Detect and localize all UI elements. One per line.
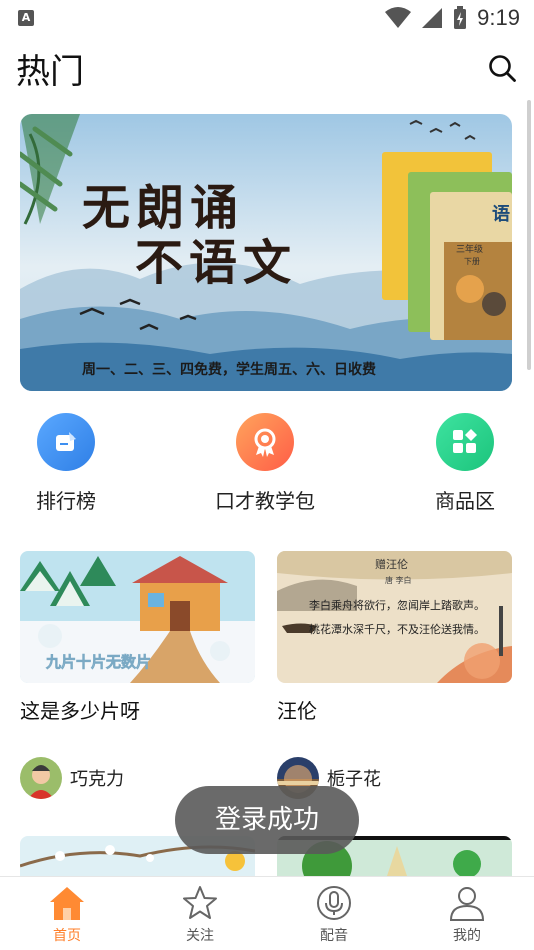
tab-label: 关注 <box>186 928 214 944</box>
tab-follow[interactable]: 关注 <box>133 883 267 945</box>
card-title[interactable]: 这是多少片呀 <box>20 695 255 724</box>
shortcut-ranking[interactable]: 排行榜 <box>0 410 146 514</box>
book-term: 下册 <box>464 257 480 266</box>
status-bar: A 9:19 <box>0 0 534 36</box>
poem-line-1: 李白乘舟将欲行，忽闻岸上踏歌声。 <box>309 598 485 612</box>
bottom-tab-bar: 首页 关注 配音 我的 <box>0 876 534 950</box>
shortcut-speech-pack[interactable]: 口才教学包 <box>185 410 345 514</box>
content-card[interactable]: 九片十片无数片 这是多少片呀 巧克力 <box>20 551 255 799</box>
card-thumbnail[interactable]: 赠汪伦 唐 李白 李白乘舟将欲行，忽闻岸上踏歌声。 桃花潭水深千尺，不及汪伦送我… <box>277 551 512 683</box>
shortcut-label: 排行榜 <box>36 489 96 513</box>
shortcut-row: 排行榜 口才教学包 商品区 <box>0 410 534 520</box>
header: 热门 <box>0 36 534 102</box>
page-title: 热门 <box>16 52 84 92</box>
toast-message: 登录成功 <box>175 786 359 854</box>
poem-title: 赠汪伦 <box>375 557 408 571</box>
grid-icon <box>436 413 494 471</box>
ranking-icon <box>37 413 95 471</box>
promo-banner[interactable]: 三年级 下册 语 无朗诵 不语文 周一、二、三、四免费，学生周五、六、日收费 <box>20 114 512 391</box>
author-name: 巧克力 <box>70 769 124 790</box>
wifi-icon <box>385 7 412 28</box>
thumb-caption: 九片十片无数片 <box>45 653 151 671</box>
banner-subline: 周一、二、三、四免费，学生周五、六、日收费 <box>82 361 376 378</box>
card-thumbnail[interactable]: 九片十片无数片 <box>20 551 255 683</box>
avatar[interactable] <box>20 757 62 799</box>
book-grade: 三年级 <box>456 243 483 254</box>
tab-label: 配音 <box>320 928 348 944</box>
tab-dubbing[interactable]: 配音 <box>267 883 401 945</box>
microphone-icon <box>317 886 351 920</box>
search-icon[interactable] <box>486 52 518 84</box>
award-icon <box>236 413 294 471</box>
battery-icon <box>454 6 467 29</box>
scroll-indicator[interactable] <box>527 100 531 370</box>
book-subject: 语 <box>492 204 510 225</box>
card-title[interactable]: 汪伦 <box>277 695 512 724</box>
tab-label: 首页 <box>53 928 81 944</box>
content-card[interactable]: 赠汪伦 唐 李白 李白乘舟将欲行，忽闻岸上踏歌声。 桃花潭水深千尺，不及汪伦送我… <box>277 551 512 799</box>
poem-line-2: 桃花潭水深千尺，不及汪伦送我情。 <box>309 622 485 636</box>
banner-headline-1: 无朗诵 <box>82 180 244 236</box>
tab-home[interactable]: 首页 <box>0 883 134 945</box>
shortcut-label: 商品区 <box>435 489 495 513</box>
shortcut-label: 口才教学包 <box>215 489 315 513</box>
user-icon <box>449 887 485 921</box>
signal-icon <box>422 8 443 28</box>
home-icon <box>50 887 84 920</box>
star-icon <box>183 886 217 919</box>
shortcut-goods[interactable]: 商品区 <box>385 410 534 514</box>
tab-mine[interactable]: 我的 <box>400 883 534 945</box>
app-indicator-icon: A <box>18 10 34 26</box>
banner-headline-2: 不语文 <box>135 235 297 291</box>
card-author[interactable]: 巧克力 <box>20 757 124 799</box>
poem-author: 唐 李白 <box>385 575 412 585</box>
clock: 9:19 <box>477 5 520 30</box>
tab-label: 我的 <box>453 928 481 944</box>
